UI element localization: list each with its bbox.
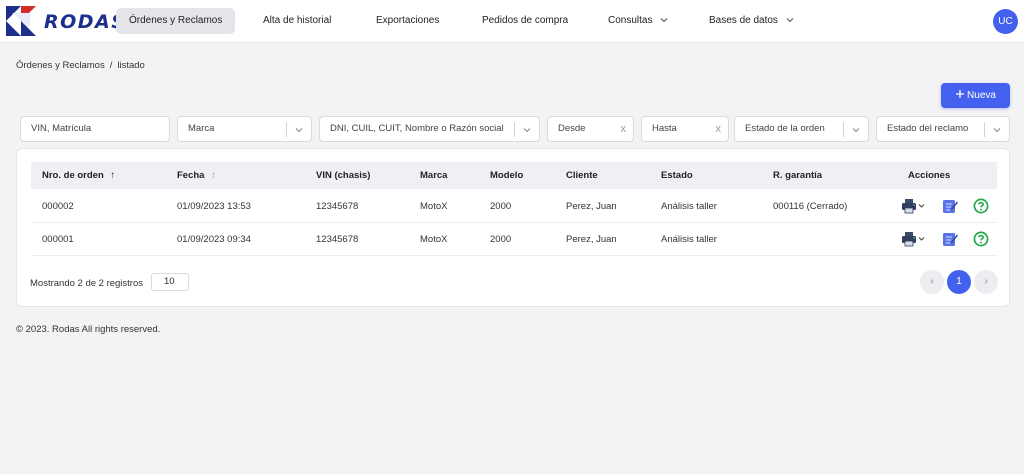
breadcrumb: Órdenes y Reclamos / listado <box>16 60 145 71</box>
nav-pedidos-compra[interactable]: Pedidos de compra <box>469 8 581 34</box>
logo-text: RODAS <box>44 11 127 33</box>
column-marca: Marca <box>420 170 448 181</box>
column-estado: Estado <box>661 170 693 181</box>
estado-orden-placeholder: Estado de la orden <box>745 123 825 134</box>
vin-filter-input[interactable]: VIN, Matrícula <box>20 116 170 142</box>
cell-nro: 000002 <box>42 201 74 212</box>
cell-cliente: Perez, Juan <box>566 201 617 212</box>
nav-label: Bases de datos <box>709 15 778 26</box>
column-garantia: R. garantía <box>773 170 823 181</box>
nav-bases-datos[interactable]: Bases de datos <box>696 8 808 34</box>
sort-icon: ↕ <box>211 170 216 181</box>
nav-label: Consultas <box>608 15 653 26</box>
cell-garantia: 000116 (Cerrado) <box>773 201 848 212</box>
column-cliente: Cliente <box>566 170 598 181</box>
prev-page-button[interactable]: ‹ <box>920 270 944 294</box>
marca-placeholder: Marca <box>188 123 215 134</box>
nav-exportaciones[interactable]: Exportaciones <box>363 8 452 34</box>
chevron-down-icon[interactable] <box>851 125 861 135</box>
desde-date-input[interactable]: Desde x <box>547 116 634 142</box>
chevron-down-icon[interactable] <box>294 125 304 135</box>
cell-fecha: 01/09/2023 09:34 <box>177 234 251 245</box>
cell-cliente: Perez, Juan <box>566 234 617 245</box>
select-divider <box>286 122 287 137</box>
select-divider <box>984 122 985 137</box>
nav-label: Exportaciones <box>376 15 440 26</box>
edit-icon[interactable] <box>942 198 958 214</box>
next-page-button[interactable]: › <box>974 270 998 294</box>
nav-alta-historial[interactable]: Alta de historial <box>250 8 344 34</box>
nav-label: Pedidos de compra <box>482 15 569 26</box>
cell-nro: 000001 <box>42 234 74 245</box>
edit-icon[interactable] <box>942 231 958 247</box>
column-nro-orden[interactable]: Nro. de orden ↑ <box>42 170 115 181</box>
marca-select[interactable]: Marca <box>177 116 312 142</box>
logo-mark-icon <box>4 4 38 38</box>
column-label: Fecha <box>177 170 205 181</box>
chevron-down-icon <box>660 18 668 23</box>
select-divider <box>843 122 844 137</box>
printer-icon[interactable] <box>901 231 927 247</box>
breadcrumb-separator: / <box>109 60 113 71</box>
chevron-down-icon <box>786 18 794 23</box>
cell-vin: 12345678 <box>316 201 359 212</box>
cell-fecha: 01/09/2023 13:53 <box>177 201 251 212</box>
chevron-down-icon[interactable] <box>992 125 1002 135</box>
cell-estado: Análisis taller <box>661 234 717 245</box>
select-divider <box>514 122 515 137</box>
clear-hasta-icon[interactable]: x <box>716 117 722 141</box>
help-icon[interactable] <box>973 198 989 214</box>
estado-reclamo-select[interactable]: Estado del reclamo <box>876 116 1010 142</box>
rodas-logo[interactable]: RODAS <box>4 4 125 38</box>
cell-marca: MotoX <box>420 201 448 212</box>
estado-orden-select[interactable]: Estado de la orden <box>734 116 869 142</box>
cell-modelo: 2000 <box>490 234 512 245</box>
desde-placeholder: Desde <box>558 123 586 134</box>
cell-marca: MotoX <box>420 234 448 245</box>
hasta-date-input[interactable]: Hasta x <box>641 116 729 142</box>
vin-placeholder: VIN, Matrícula <box>31 123 92 134</box>
cell-estado: Análisis taller <box>661 201 717 212</box>
printer-icon[interactable] <box>901 198 927 214</box>
table-row: 000001 01/09/2023 09:34 12345678 MotoX 2… <box>31 223 997 256</box>
table-header: Nro. de orden ↑ Fecha ↕ VIN (chasis) Mar… <box>31 162 997 189</box>
column-label: Nro. de orden <box>42 170 104 181</box>
user-avatar[interactable]: UC <box>993 9 1018 34</box>
column-fecha[interactable]: Fecha ↕ <box>177 170 216 181</box>
orders-table-card: Nro. de orden ↑ Fecha ↕ VIN (chasis) Mar… <box>16 148 1010 307</box>
table-row: 000002 01/09/2023 13:53 12345678 MotoX 2… <box>31 190 997 223</box>
column-vin: VIN (chasis) <box>316 170 371 181</box>
nav-label: Alta de historial <box>263 15 332 26</box>
hasta-placeholder: Hasta <box>652 123 677 134</box>
clear-desde-icon[interactable]: x <box>621 117 627 141</box>
nav-consultas[interactable]: Consultas <box>595 8 682 34</box>
cliente-placeholder: DNI, CUIL, CUIT, Nombre o Razón social <box>330 123 504 134</box>
column-modelo: Modelo <box>490 170 524 181</box>
new-order-button[interactable]: Nueva <box>941 83 1010 108</box>
footer-copyright: © 2023. Rodas All rights reserved. <box>16 324 161 335</box>
help-icon[interactable] <box>973 231 989 247</box>
new-button-label: Nueva <box>967 90 996 101</box>
sort-asc-icon: ↑ <box>110 170 116 181</box>
page-size-select[interactable]: 10 <box>151 273 189 291</box>
chevron-down-icon[interactable] <box>522 125 532 135</box>
nav-ordenes-reclamos[interactable]: Órdenes y Reclamos <box>116 8 236 34</box>
plus-icon <box>956 90 965 98</box>
nav-label: Órdenes y Reclamos <box>129 15 223 26</box>
cell-vin: 12345678 <box>316 234 359 245</box>
page-button-current[interactable]: 1 <box>947 270 971 294</box>
breadcrumb-page: listado <box>117 60 145 71</box>
column-acciones: Acciones <box>908 170 951 181</box>
estado-reclamo-placeholder: Estado del reclamo <box>887 123 969 134</box>
top-navbar: RODAS Órdenes y Reclamos Alta de histori… <box>0 0 1024 43</box>
records-info: Mostrando 2 de 2 registros <box>30 278 144 289</box>
cliente-select[interactable]: DNI, CUIL, CUIT, Nombre o Razón social <box>319 116 540 142</box>
breadcrumb-section[interactable]: Órdenes y Reclamos <box>16 60 105 71</box>
cell-modelo: 2000 <box>490 201 512 212</box>
